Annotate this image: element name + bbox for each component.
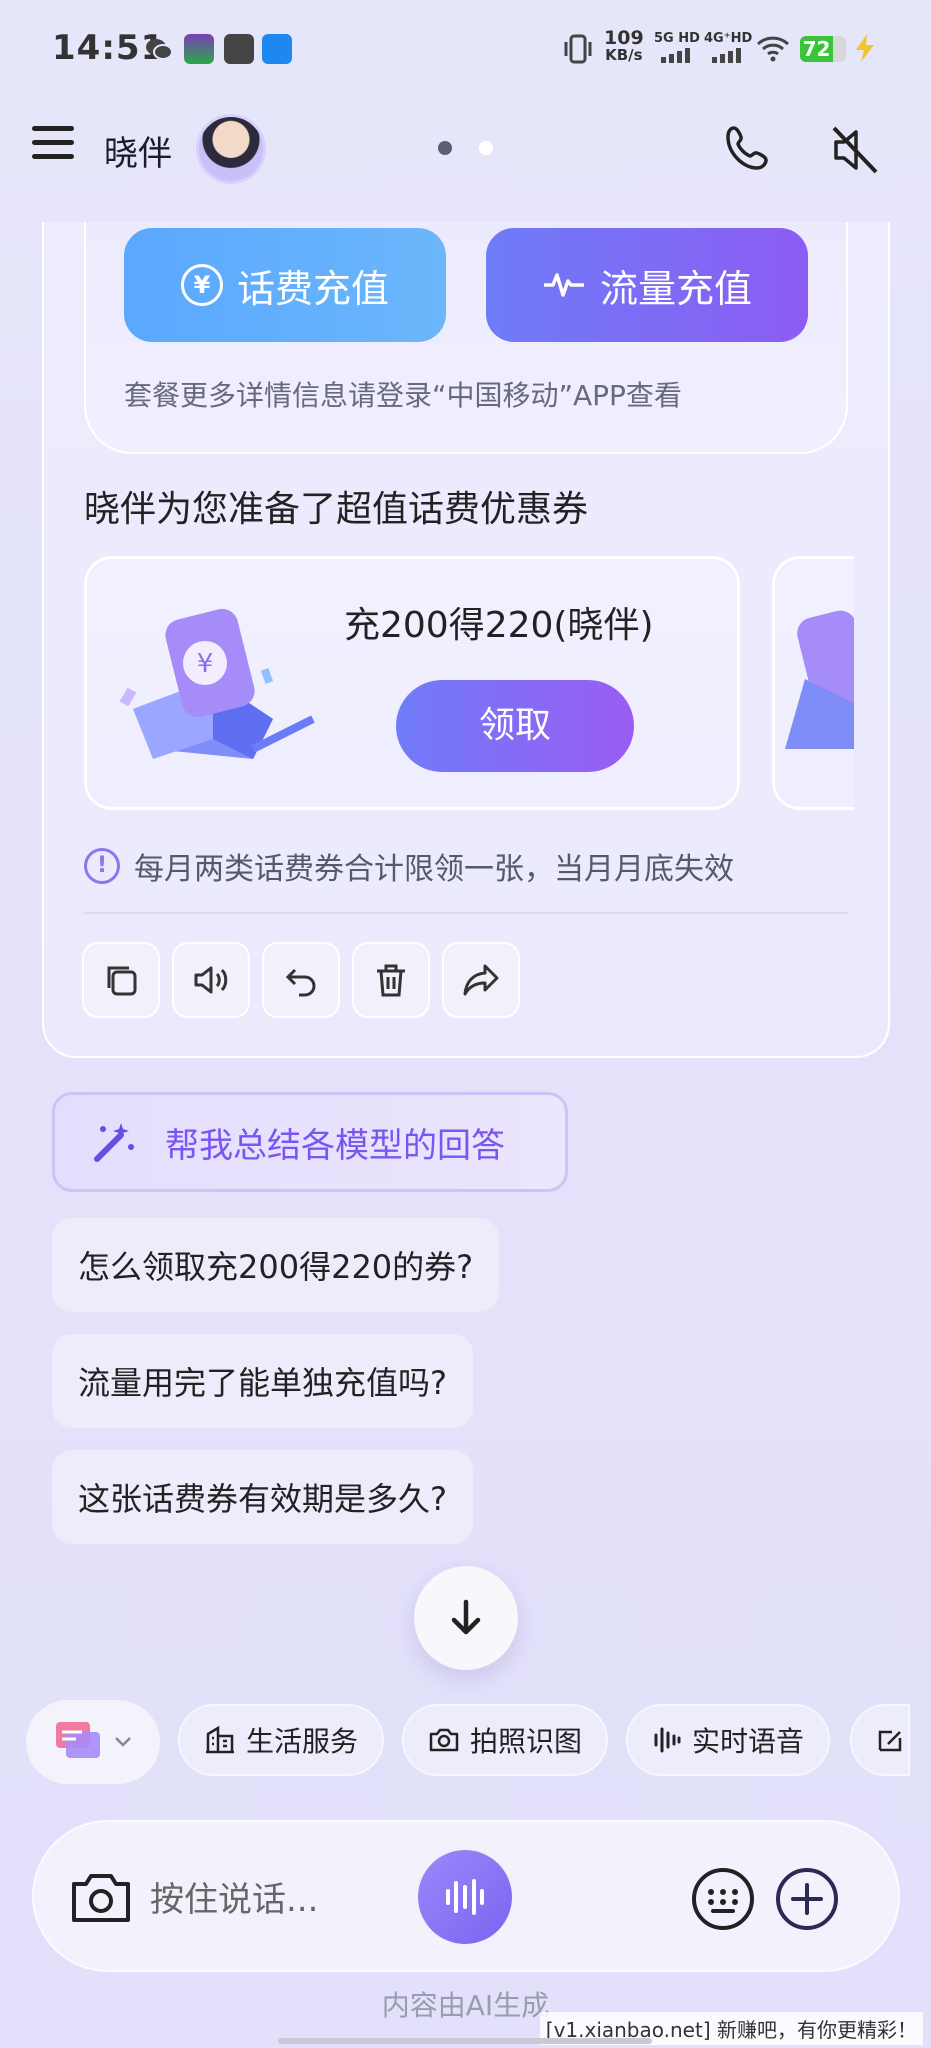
sim1-label: 5G HD bbox=[654, 31, 700, 46]
app-notification-icon bbox=[184, 34, 214, 64]
phone-recharge-label: 话费充值 bbox=[236, 266, 389, 311]
waveform-icon bbox=[654, 1727, 681, 1753]
coupon-limit-text: 每月两类话费券合计限领一张，当月月底失效 bbox=[134, 852, 734, 887]
page-dot bbox=[479, 141, 494, 155]
add-button[interactable] bbox=[774, 1866, 840, 1936]
battery-level: 72 bbox=[800, 36, 834, 62]
assistant-name: 晓伴 bbox=[104, 134, 172, 174]
home-indicator[interactable] bbox=[278, 2038, 652, 2044]
gift-box-icon bbox=[785, 610, 854, 749]
plan-info-note: 套餐更多详情信息请登录“中国移动”APP查看 bbox=[124, 379, 682, 412]
delete-icon bbox=[377, 964, 405, 997]
keyboard-button[interactable] bbox=[690, 1866, 756, 1936]
assistant-app-icon bbox=[262, 34, 292, 64]
magic-wand-icon bbox=[94, 1123, 134, 1162]
coupon-section-title: 晓伴为您准备了超值话费优惠券 bbox=[84, 489, 589, 530]
copy-icon bbox=[107, 966, 137, 996]
yuan-icon: ¥ bbox=[180, 264, 223, 306]
signal-bars-icon bbox=[712, 48, 742, 63]
voice-input-button[interactable] bbox=[418, 1850, 512, 1944]
app-header: 晓伴 bbox=[0, 108, 931, 218]
chevron-down-icon bbox=[115, 1737, 131, 1747]
edit-image-icon bbox=[878, 1730, 902, 1752]
camera-button[interactable] bbox=[70, 1870, 132, 1930]
camera-icon bbox=[429, 1728, 459, 1752]
camera-icon bbox=[72, 1874, 130, 1922]
tool-label: 拍照识图 bbox=[470, 1725, 583, 1758]
summarize-models-button[interactable]: 帮我总结各模型的回答 bbox=[52, 1092, 568, 1192]
page-dot-active bbox=[438, 141, 452, 155]
info-icon: ! bbox=[84, 848, 120, 884]
tool-life-services[interactable]: 生活服务 bbox=[178, 1704, 385, 1776]
avatar[interactable] bbox=[196, 114, 266, 184]
phone-recharge-button[interactable]: ¥ 话费充值 bbox=[124, 228, 446, 342]
menu-icon[interactable] bbox=[32, 126, 74, 168]
sim1-signal: 5G HD bbox=[654, 30, 700, 67]
voice-wave-icon bbox=[446, 1879, 484, 1915]
share-icon bbox=[463, 964, 499, 996]
hold-to-talk-label[interactable]: 按住说话... bbox=[150, 1872, 318, 1921]
network-speed-value: 109 bbox=[604, 27, 644, 49]
network-speed-unit: KB/s bbox=[605, 46, 643, 64]
tool-more[interactable] bbox=[850, 1704, 910, 1776]
data-recharge-button[interactable]: 流量充值 bbox=[486, 228, 808, 342]
sim2-label: 4G⁺HD bbox=[704, 31, 753, 46]
chat-bubbles-icon bbox=[56, 1722, 100, 1758]
claim-coupon-button[interactable]: 领取 bbox=[396, 680, 634, 772]
svg-text:¥: ¥ bbox=[197, 649, 214, 679]
suggested-question[interactable]: 怎么领取充200得220的券? bbox=[52, 1218, 500, 1312]
coupon-card[interactable]: ¥ bbox=[84, 556, 740, 810]
regenerate-button[interactable] bbox=[262, 942, 340, 1018]
divider bbox=[84, 912, 848, 914]
chat-mode-selector[interactable] bbox=[26, 1700, 160, 1784]
read-aloud-button[interactable] bbox=[172, 942, 250, 1018]
status-bar: 14:51 109 KB/s 5G HD 4G⁺HD 72 bbox=[0, 0, 931, 100]
summarize-label: 帮我总结各模型的回答 bbox=[165, 1125, 505, 1166]
wechat-icon bbox=[144, 34, 174, 64]
sim2-signal: 4G⁺HD bbox=[704, 30, 752, 67]
phone-icon[interactable] bbox=[722, 122, 774, 178]
coupon-card-next[interactable] bbox=[772, 556, 854, 810]
plus-circle-icon bbox=[776, 1868, 838, 1930]
speaker-mute-icon[interactable] bbox=[826, 122, 882, 182]
copy-button[interactable] bbox=[82, 942, 160, 1018]
arrow-down-icon bbox=[451, 1599, 481, 1635]
gift-box-icon: ¥ bbox=[103, 599, 333, 773]
suggested-question[interactable]: 流量用完了能单独充值吗? bbox=[52, 1334, 473, 1428]
data-recharge-label: 流量充值 bbox=[599, 266, 752, 311]
tool-label: 生活服务 bbox=[246, 1725, 359, 1758]
speaker-icon bbox=[194, 966, 228, 994]
signal-bars-icon bbox=[660, 48, 690, 63]
suggested-question[interactable]: 这张话费券有效期是多久? bbox=[52, 1450, 473, 1544]
building-icon bbox=[206, 1725, 234, 1754]
vivo-app-icon bbox=[224, 34, 254, 64]
coupon-limit-note: ! 每月两类话费券合计限领一张，当月月底失效 bbox=[84, 844, 734, 888]
tool-photo-recognition[interactable]: 拍照识图 bbox=[402, 1704, 609, 1776]
delete-button[interactable] bbox=[352, 942, 430, 1018]
undo-icon bbox=[285, 968, 316, 997]
coupon-name: 充200得220(晓伴) bbox=[344, 605, 654, 646]
tool-label: 实时语音 bbox=[692, 1725, 805, 1758]
vibrate-icon bbox=[562, 34, 594, 68]
scroll-to-bottom-button[interactable] bbox=[414, 1566, 518, 1670]
pulse-icon bbox=[543, 273, 584, 297]
battery-percent: 72 bbox=[802, 37, 831, 61]
keyboard-icon bbox=[692, 1868, 754, 1930]
battery-indicator: 72 bbox=[800, 36, 846, 62]
tool-realtime-voice[interactable]: 实时语音 bbox=[626, 1704, 831, 1776]
network-speed: 109 KB/s bbox=[604, 27, 644, 64]
share-button[interactable] bbox=[442, 942, 520, 1018]
wifi-icon bbox=[756, 34, 790, 66]
charging-bolt-icon bbox=[852, 32, 878, 68]
page-indicator bbox=[438, 140, 515, 159]
